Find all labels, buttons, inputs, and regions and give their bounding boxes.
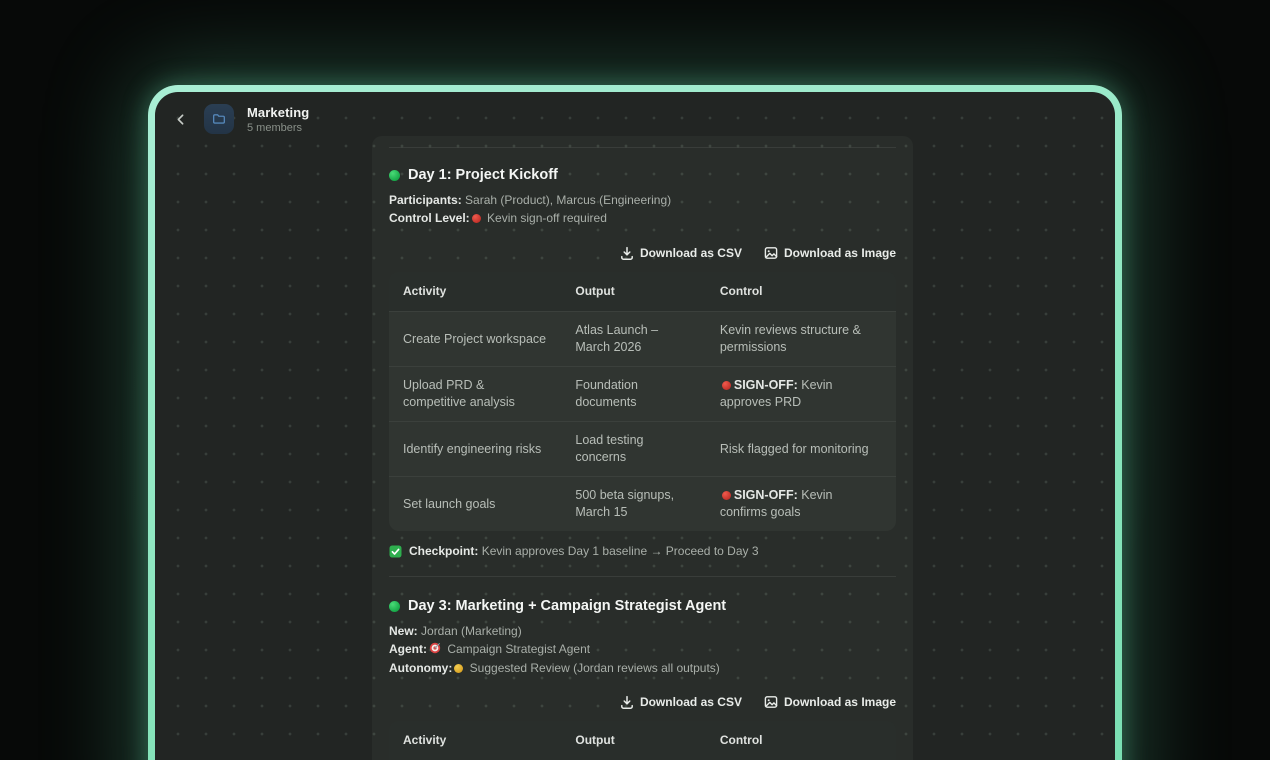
green-status-icon	[389, 601, 400, 612]
download-image-label: Download as Image	[784, 246, 896, 260]
section-divider	[389, 147, 896, 148]
download-icon	[620, 695, 634, 709]
app-window: Marketing 5 members Day 1: Project Kicko…	[148, 85, 1122, 760]
section-title-text: Day 3: Marketing + Campaign Strategist A…	[408, 598, 726, 614]
download-actions: Download as CSV Download as Image	[389, 246, 896, 260]
output-cell: Atlas Launch – March 2026	[561, 312, 705, 366]
section-title: Day 1: Project Kickoff	[389, 167, 896, 183]
column-header-control: Control	[706, 272, 896, 311]
activity-cell: Identify engineering risks	[389, 431, 561, 468]
folder-icon	[211, 111, 227, 127]
column-header-output: Output	[561, 272, 705, 311]
checkpoint-value: Kevin approves Day 1 baseline → Proceed …	[482, 544, 759, 558]
table-row: Identify engineering risks Load testing …	[389, 422, 896, 477]
section-day1: Day 1: Project Kickoff Participants: Sar…	[389, 167, 896, 558]
table-row: Set launch goals 500 beta signups, March…	[389, 477, 896, 531]
channel-avatar	[204, 104, 234, 134]
activity-table-day1: Activity Output Control Create Project w…	[389, 272, 896, 531]
channel-meta: Marketing 5 members	[247, 105, 309, 134]
back-button[interactable]	[169, 108, 191, 130]
red-dot-icon	[722, 381, 731, 390]
signoff-label: SIGN-OFF:	[734, 488, 798, 502]
checkpoint-label: Checkpoint:	[409, 544, 478, 558]
control-cell: Kevin reviews structure & permissions	[706, 312, 896, 366]
download-image-label: Download as Image	[784, 695, 896, 709]
output-cell: 500 beta signups, March 15	[561, 477, 705, 531]
autonomy-label: Autonomy:	[389, 661, 452, 675]
new-value: Jordan (Marketing)	[421, 624, 522, 638]
download-icon	[620, 246, 634, 260]
participants-value: Sarah (Product), Marcus (Engineering)	[465, 193, 671, 207]
new-label: New:	[389, 624, 418, 638]
image-icon	[764, 695, 778, 709]
download-csv-label: Download as CSV	[640, 246, 742, 260]
red-dot-icon	[472, 214, 481, 223]
green-status-icon	[389, 170, 400, 181]
control-cell: Risk flagged for monitoring	[706, 431, 896, 468]
yellow-dot-icon	[454, 664, 463, 673]
channel-subtitle: 5 members	[247, 122, 309, 134]
signoff-label: SIGN-OFF:	[734, 378, 798, 392]
output-cell: Foundation documents	[561, 367, 705, 421]
table-row: Create Project workspace Atlas Launch – …	[389, 312, 896, 367]
table-row: Upload PRD & competitive analysis Founda…	[389, 367, 896, 422]
checkpoint-text: Checkpoint: Kevin approves Day 1 baselin…	[409, 544, 759, 558]
download-csv-button[interactable]: Download as CSV	[620, 695, 742, 709]
download-actions: Download as CSV Download as Image	[389, 695, 896, 709]
autonomy-line: Autonomy: Suggested Review (Jordan revie…	[389, 660, 896, 678]
table-header-row: Activity Output Control	[389, 272, 896, 312]
column-header-activity: Activity	[389, 272, 561, 311]
activity-cell: Upload PRD & competitive analysis	[389, 367, 561, 421]
agent-value: Campaign Strategist Agent	[447, 642, 590, 656]
column-header-output: Output	[561, 721, 705, 760]
section-meta: Participants: Sarah (Product), Marcus (E…	[389, 192, 896, 227]
activity-cell: Set launch goals	[389, 486, 561, 523]
agent-label: Agent:	[389, 642, 427, 656]
control-cell: SIGN-OFF: Kevin approves PRD	[706, 367, 896, 421]
new-member-line: New: Jordan (Marketing)	[389, 623, 896, 641]
red-dot-icon	[722, 491, 731, 500]
chevron-left-icon	[172, 111, 189, 128]
agent-line: Agent: Campaign Strategist Agent	[389, 641, 896, 660]
control-level-value: Kevin sign-off required	[487, 211, 607, 225]
download-image-button[interactable]: Download as Image	[764, 695, 896, 709]
control-level-line: Control Level: Kevin sign-off required	[389, 210, 896, 228]
section-title-text: Day 1: Project Kickoff	[408, 167, 558, 183]
section-meta: New: Jordan (Marketing) Agent: Campaign …	[389, 623, 896, 677]
table-header-row: Activity Output Control	[389, 721, 896, 760]
download-csv-button[interactable]: Download as CSV	[620, 246, 742, 260]
activity-cell: Create Project workspace	[389, 321, 561, 358]
checkpoint-line: Checkpoint: Kevin approves Day 1 baselin…	[389, 544, 896, 558]
chat-workspace: Marketing 5 members Day 1: Project Kicko…	[155, 92, 1115, 760]
download-image-button[interactable]: Download as Image	[764, 246, 896, 260]
output-cell: Load testing concerns	[561, 422, 705, 476]
control-level-label: Control Level:	[389, 211, 470, 225]
control-cell: SIGN-OFF: Kevin confirms goals	[706, 477, 896, 531]
column-header-activity: Activity	[389, 721, 561, 760]
column-header-control: Control	[706, 721, 896, 760]
activity-table-day3: Activity Output Control Jordan reviews c…	[389, 721, 896, 760]
participants-label: Participants:	[389, 193, 462, 207]
channel-title: Marketing	[247, 105, 309, 120]
autonomy-value: Suggested Review (Jordan reviews all out…	[470, 661, 720, 675]
target-icon	[429, 642, 441, 660]
participants-line: Participants: Sarah (Product), Marcus (E…	[389, 192, 896, 210]
download-csv-label: Download as CSV	[640, 695, 742, 709]
section-title: Day 3: Marketing + Campaign Strategist A…	[389, 598, 896, 614]
message-panel[interactable]: Day 1: Project Kickoff Participants: Sar…	[372, 136, 913, 760]
section-divider	[389, 576, 896, 577]
check-icon	[389, 545, 402, 558]
image-icon	[764, 246, 778, 260]
section-day3: Day 3: Marketing + Campaign Strategist A…	[389, 598, 896, 760]
